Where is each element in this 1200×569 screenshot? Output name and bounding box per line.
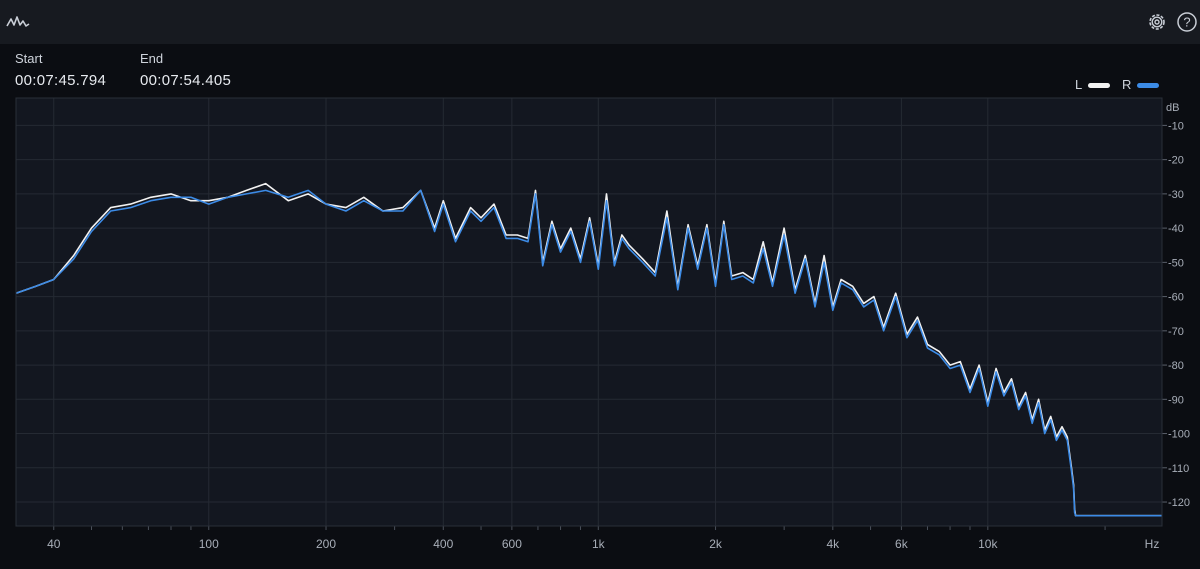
- spectrum-wave-icon[interactable]: [6, 12, 30, 32]
- start-label: Start: [15, 51, 43, 66]
- y-tick-label: -80: [1168, 360, 1184, 372]
- end-label: End: [140, 51, 164, 66]
- top-bar: ?: [0, 0, 1200, 44]
- legend-label-r: R: [1122, 77, 1132, 92]
- spectrum-chart[interactable]: -10 -20 -30 -40 -50 -60 -70 -80 -90 -100 -110 -120 d…: [0, 96, 1200, 569]
- y-tick-label: -20: [1168, 155, 1184, 167]
- x-unit-label: Hz: [1145, 537, 1160, 551]
- x-tick-label: 1k: [592, 537, 606, 551]
- x-tick-label: 200: [316, 537, 336, 551]
- y-tick-label: -60: [1168, 292, 1184, 304]
- x-tick-label: 10k: [978, 537, 998, 551]
- x-tick-label: 40: [47, 537, 61, 551]
- gear-icon[interactable]: [1146, 11, 1168, 33]
- x-tick-label: 6k: [895, 537, 909, 551]
- legend-swatch-r[interactable]: [1137, 83, 1159, 88]
- legend-label-l: L: [1075, 77, 1083, 92]
- legend-swatch-l[interactable]: [1088, 83, 1110, 88]
- y-tick-label: -110: [1168, 463, 1189, 475]
- help-circle-icon[interactable]: ?: [1176, 11, 1198, 33]
- y-tick-label: -40: [1168, 223, 1184, 235]
- x-tick-label: 600: [502, 537, 522, 551]
- y-tick-label: -50: [1168, 257, 1184, 269]
- x-tick-label: 100: [199, 537, 219, 551]
- y-tick-label: -10: [1168, 120, 1184, 132]
- x-tick-label: 400: [433, 537, 453, 551]
- y-tick-label: -30: [1168, 189, 1184, 201]
- y-tick-label: -70: [1168, 326, 1184, 338]
- y-tick-label: -90: [1168, 394, 1184, 406]
- x-tick-label: 2k: [709, 537, 723, 551]
- y-unit-label: dB: [1166, 102, 1179, 114]
- y-tick-label: -100: [1168, 429, 1190, 441]
- y-tick-label: -120: [1168, 497, 1190, 509]
- svg-text:?: ?: [1183, 15, 1190, 30]
- end-time: 00:07:54.405: [140, 72, 232, 89]
- plot-area: [16, 98, 1162, 526]
- x-tick-label: 4k: [826, 537, 840, 551]
- start-time: 00:07:45.794: [15, 72, 107, 89]
